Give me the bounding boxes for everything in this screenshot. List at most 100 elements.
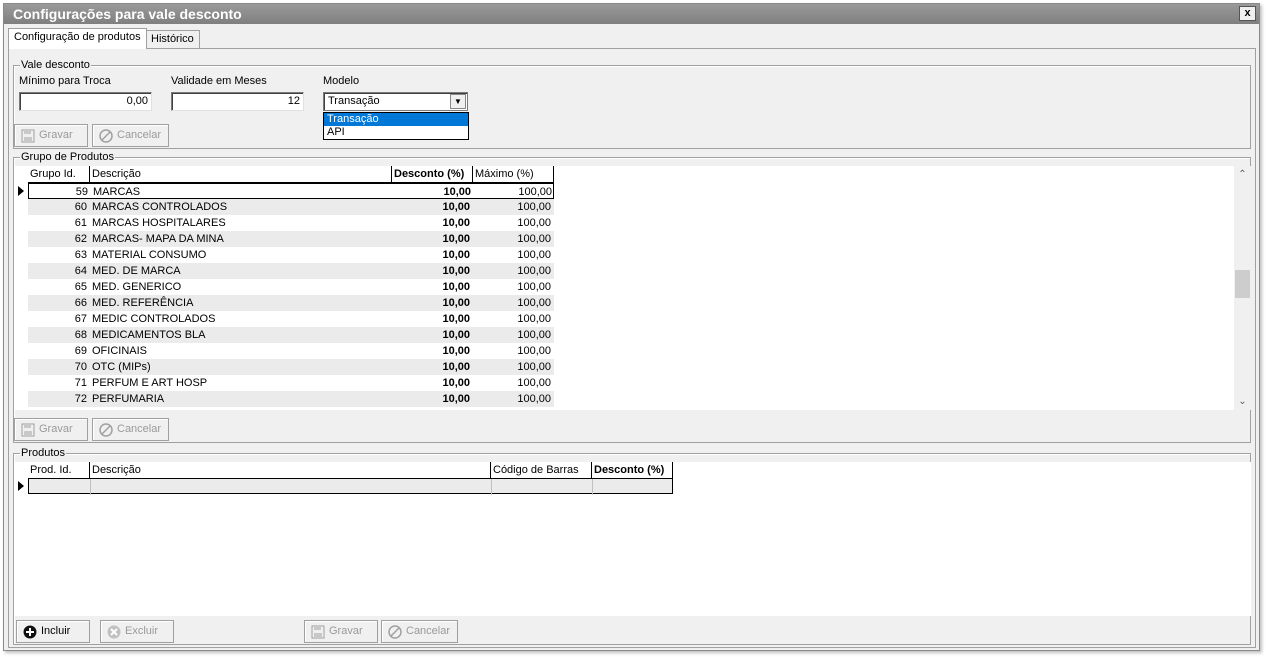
floppy-disk-icon [311,625,325,639]
cell-maximo: 100,00 [518,186,552,198]
grupo-gravar-button[interactable]: Gravar [14,418,88,441]
cell-grupo-id: 59 [75,186,88,198]
scroll-up-icon[interactable]: ⌃ [1234,166,1251,183]
cell-desconto: 10,00 [442,233,470,245]
col-codigo-barras[interactable]: Código de Barras [491,462,592,479]
cell-descricao: MED. DE MARCA [92,265,181,277]
cell-grupo-id: 60 [74,201,87,213]
minimo-troca-input[interactable]: 0,00 [19,92,152,111]
title-bar: Configurações para vale desconto x [4,4,1259,24]
cell-divider [592,479,593,495]
vale-cancelar-button[interactable]: Cancelar [92,124,169,147]
row-indicator-icon [18,481,24,491]
table-row[interactable]: 70 OTC (MIPs) 10,00 100,00 [28,359,554,375]
cell-desconto: 10,00 [442,249,470,261]
table-row[interactable]: 68 MEDICAMENTOS BLA 10,00 100,00 [28,327,554,343]
table-row[interactable]: 61 MARCAS HOSPITALARES 10,00 100,00 [28,215,554,231]
close-button[interactable]: x [1239,6,1256,21]
produtos-cancelar-label: Cancelar [406,625,451,637]
window-title: Configurações para vale desconto [13,6,242,22]
modelo-label: Modelo [323,75,360,87]
cell-maximo: 100,00 [517,393,551,405]
table-row[interactable]: 65 MED. GENERICO 10,00 100,00 [28,279,554,295]
col-descricao[interactable]: Descrição [90,166,392,183]
minimo-troca-label: Mínimo para Troca [19,75,111,87]
cell-grupo-id: 70 [74,361,87,373]
table-row[interactable]: 71 PERFUM E ART HOSP 10,00 100,00 [28,375,554,391]
cell-desconto: 10,00 [442,329,470,341]
dialog-window: Configurações para vale desconto x Confi… [3,3,1260,651]
cell-maximo: 100,00 [517,233,551,245]
modelo-option-api[interactable]: API [324,126,468,139]
cell-grupo-id: 62 [74,233,87,245]
cell-descricao: PERFUM E ART HOSP [92,377,208,389]
vale-gravar-button[interactable]: Gravar [14,124,88,147]
produtos-legend: Produtos [20,446,67,460]
floppy-disk-icon [21,423,35,437]
row-indicator-icon [18,186,24,196]
cell-maximo: 100,00 [517,313,551,325]
cell-desconto: 10,00 [442,201,470,213]
modelo-select[interactable]: Transação ▼ [323,92,468,111]
col-grupo-id[interactable]: Grupo Id. [28,166,90,183]
tab-historico[interactable]: Histórico [145,30,200,49]
col-prod-desconto[interactable]: Desconto (%) [592,462,673,479]
modelo-option-transacao[interactable]: Transação [324,113,468,126]
cell-grupo-id: 72 [74,393,87,405]
table-row[interactable]: 67 MEDIC CONTROLADOS 10,00 100,00 [28,311,554,327]
table-row[interactable]: 59 MARCAS 10,00 100,00 [28,183,554,199]
cell-grupo-id: 69 [74,345,87,357]
plus-circle-icon [23,625,37,639]
table-row[interactable]: 72 PERFUMARIA 10,00 100,00 [28,391,554,407]
table-row[interactable]: 62 MARCAS- MAPA DA MINA 10,00 100,00 [28,231,554,247]
scroll-down-icon[interactable]: ⌄ [1234,393,1251,410]
cell-desconto: 10,00 [442,297,470,309]
cell-maximo: 100,00 [517,249,551,261]
validade-meses-label: Validade em Meses [171,75,267,87]
col-desconto[interactable]: Desconto (%) [392,166,473,183]
validade-meses-input[interactable]: 12 [171,92,304,111]
incluir-button[interactable]: Incluir [16,620,90,643]
cell-descricao: MARCAS- MAPA DA MINA [92,233,224,245]
tab-configuracao-produtos[interactable]: Configuração de produtos [8,28,147,49]
incluir-label: Incluir [41,625,71,637]
table-row[interactable]: 69 OFICINAIS 10,00 100,00 [28,343,554,359]
cell-maximo: 100,00 [517,345,551,357]
cell-grupo-id: 65 [74,281,87,293]
cell-desconto: 10,00 [443,186,471,198]
col-prod-id[interactable]: Prod. Id. [28,462,90,479]
cell-maximo: 100,00 [517,217,551,229]
produtos-gravar-button[interactable]: Gravar [304,620,378,643]
cell-desconto: 10,00 [442,281,470,293]
cell-descricao: MED. GENERICO [92,281,182,293]
cell-grupo-id: 63 [74,249,87,261]
cell-descricao: OTC (MIPs) [92,361,151,373]
grupo-cancelar-button[interactable]: Cancelar [92,418,169,441]
produtos-empty-row[interactable] [28,479,673,495]
grupo-scrollbar[interactable]: ⌃ ⌄ [1234,166,1251,410]
floppy-disk-icon [21,129,35,143]
col-prod-descricao[interactable]: Descrição [90,462,491,479]
produtos-gravar-label: Gravar [329,625,363,637]
chevron-down-icon[interactable]: ▼ [450,94,466,109]
scroll-thumb[interactable] [1235,270,1250,298]
table-row[interactable]: 60 MARCAS CONTROLADOS 10,00 100,00 [28,199,554,215]
table-row[interactable]: 64 MED. DE MARCA 10,00 100,00 [28,263,554,279]
cell-grupo-id: 67 [74,313,87,325]
vale-gravar-label: Gravar [39,129,73,141]
excluir-button[interactable]: Excluir [100,620,174,643]
cell-descricao: MARCAS CONTROLADOS [92,201,228,213]
cell-descricao: MATERIAL CONSUMO [92,249,207,261]
cell-descricao: MARCAS [93,186,141,198]
produtos-cancelar-button[interactable]: Cancelar [381,620,458,643]
cell-grupo-id: 71 [74,377,87,389]
cell-desconto: 10,00 [442,345,470,357]
table-row[interactable]: 66 MED. REFERÊNCIA 10,00 100,00 [28,295,554,311]
cell-grupo-id: 66 [74,297,87,309]
col-maximo[interactable]: Máximo (%) [473,166,554,183]
table-row[interactable]: 63 MATERIAL CONSUMO 10,00 100,00 [28,247,554,263]
cell-desconto: 10,00 [442,393,470,405]
cell-descricao: PERFUMARIA [92,393,165,405]
grupo-produtos-legend: Grupo de Produtos [20,150,115,164]
cancel-icon [99,129,113,143]
